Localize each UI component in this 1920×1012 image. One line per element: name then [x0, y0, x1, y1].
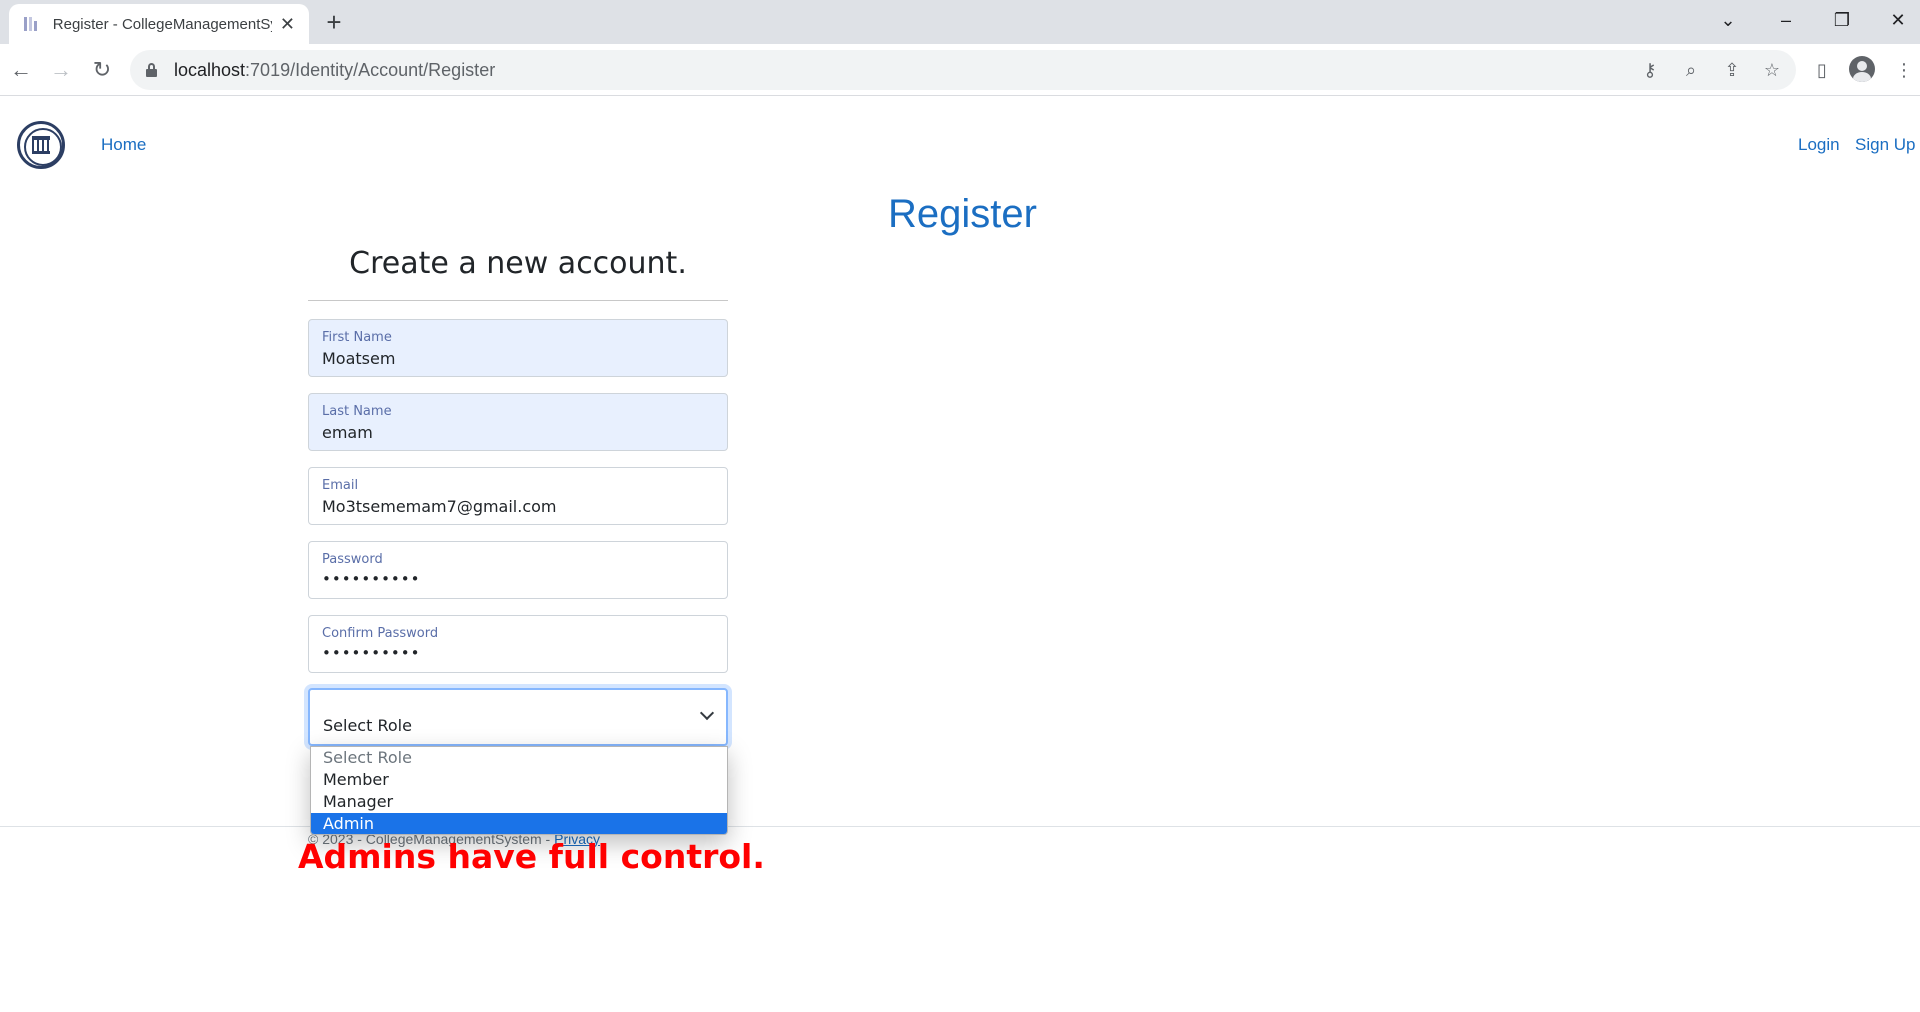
nav-signup-link[interactable]: Sign Up: [1855, 135, 1915, 155]
role-select-value: Select Role: [323, 716, 412, 735]
tab-title: Register - CollegeManagementSy: [52, 15, 272, 33]
restore-icon[interactable]: ❐: [1818, 4, 1866, 36]
bookmark-star-icon[interactable]: ☆: [1760, 58, 1784, 82]
first-name-field[interactable]: First Name Moatsem: [308, 319, 728, 377]
browser-tab-strip: Register - CollegeManagementSy ✕ + ⌄ – ❐…: [0, 0, 1920, 44]
url-text: localhost:7019/Identity/Account/Register: [174, 60, 496, 80]
email-value: Mo3tsememam7@gmail.com: [322, 497, 557, 516]
confirm-password-field[interactable]: Confirm Password ••••••••••: [308, 615, 728, 673]
nav-login-link[interactable]: Login: [1798, 135, 1840, 155]
password-label: Password: [322, 552, 383, 567]
divider: [308, 300, 728, 301]
confirm-password-label: Confirm Password: [322, 626, 439, 641]
forward-icon[interactable]: →: [45, 54, 77, 86]
annotation-caption: Admins have full control.: [298, 837, 765, 876]
first-name-value: Moatsem: [322, 349, 396, 368]
last-name-value: emam: [322, 423, 373, 442]
reload-icon[interactable]: ↻: [86, 54, 118, 86]
email-label: Email: [322, 478, 359, 493]
browser-toolbar: ← → ↻ localhost:7019/Identity/Account/Re…: [0, 44, 1920, 96]
nav-home-link[interactable]: Home: [101, 135, 146, 155]
confirm-password-value: ••••••••••: [322, 644, 421, 662]
first-name-label: First Name: [322, 330, 392, 345]
back-icon[interactable]: ←: [5, 54, 37, 86]
page-title: Register: [888, 192, 1037, 236]
address-bar[interactable]: localhost:7019/Identity/Account/Register…: [130, 50, 1796, 90]
role-option-admin[interactable]: Admin: [311, 813, 727, 834]
chevron-down-icon: [699, 705, 715, 721]
close-window-icon[interactable]: ✕: [1874, 4, 1920, 36]
password-field[interactable]: Password ••••••••••: [308, 541, 728, 599]
role-option-select-role[interactable]: Select Role: [311, 747, 727, 769]
last-name-label: Last Name: [322, 404, 392, 419]
role-option-member[interactable]: Member: [311, 769, 727, 791]
browser-tab[interactable]: Register - CollegeManagementSy ✕: [9, 4, 309, 44]
college-logo-icon[interactable]: [17, 121, 65, 169]
chrome-menu-icon[interactable]: ⋮: [1890, 56, 1918, 84]
tab-search-icon[interactable]: ⌄: [1704, 4, 1752, 36]
new-tab-icon[interactable]: +: [320, 8, 348, 36]
form-heading: Create a new account.: [349, 246, 687, 281]
page-favicon-icon: [23, 15, 41, 33]
email-field[interactable]: Email Mo3tsememam7@gmail.com: [308, 467, 728, 525]
role-select[interactable]: Select Role: [308, 688, 728, 746]
password-value: ••••••••••: [322, 570, 421, 588]
role-option-manager[interactable]: Manager: [311, 791, 727, 813]
last-name-field[interactable]: Last Name emam: [308, 393, 728, 451]
tab-close-icon[interactable]: ✕: [280, 14, 295, 35]
side-panel-icon[interactable]: ▯: [1808, 56, 1836, 84]
footer-divider: [0, 826, 1920, 827]
zoom-icon[interactable]: ⌕: [1679, 58, 1703, 82]
key-icon[interactable]: ⚷: [1638, 58, 1662, 82]
share-icon[interactable]: ⇪: [1720, 58, 1744, 82]
minimize-icon[interactable]: –: [1762, 4, 1810, 36]
profile-avatar-icon[interactable]: [1849, 56, 1875, 82]
role-dropdown-list: Select Role Member Manager Admin: [310, 746, 728, 835]
lock-icon[interactable]: [146, 63, 157, 77]
